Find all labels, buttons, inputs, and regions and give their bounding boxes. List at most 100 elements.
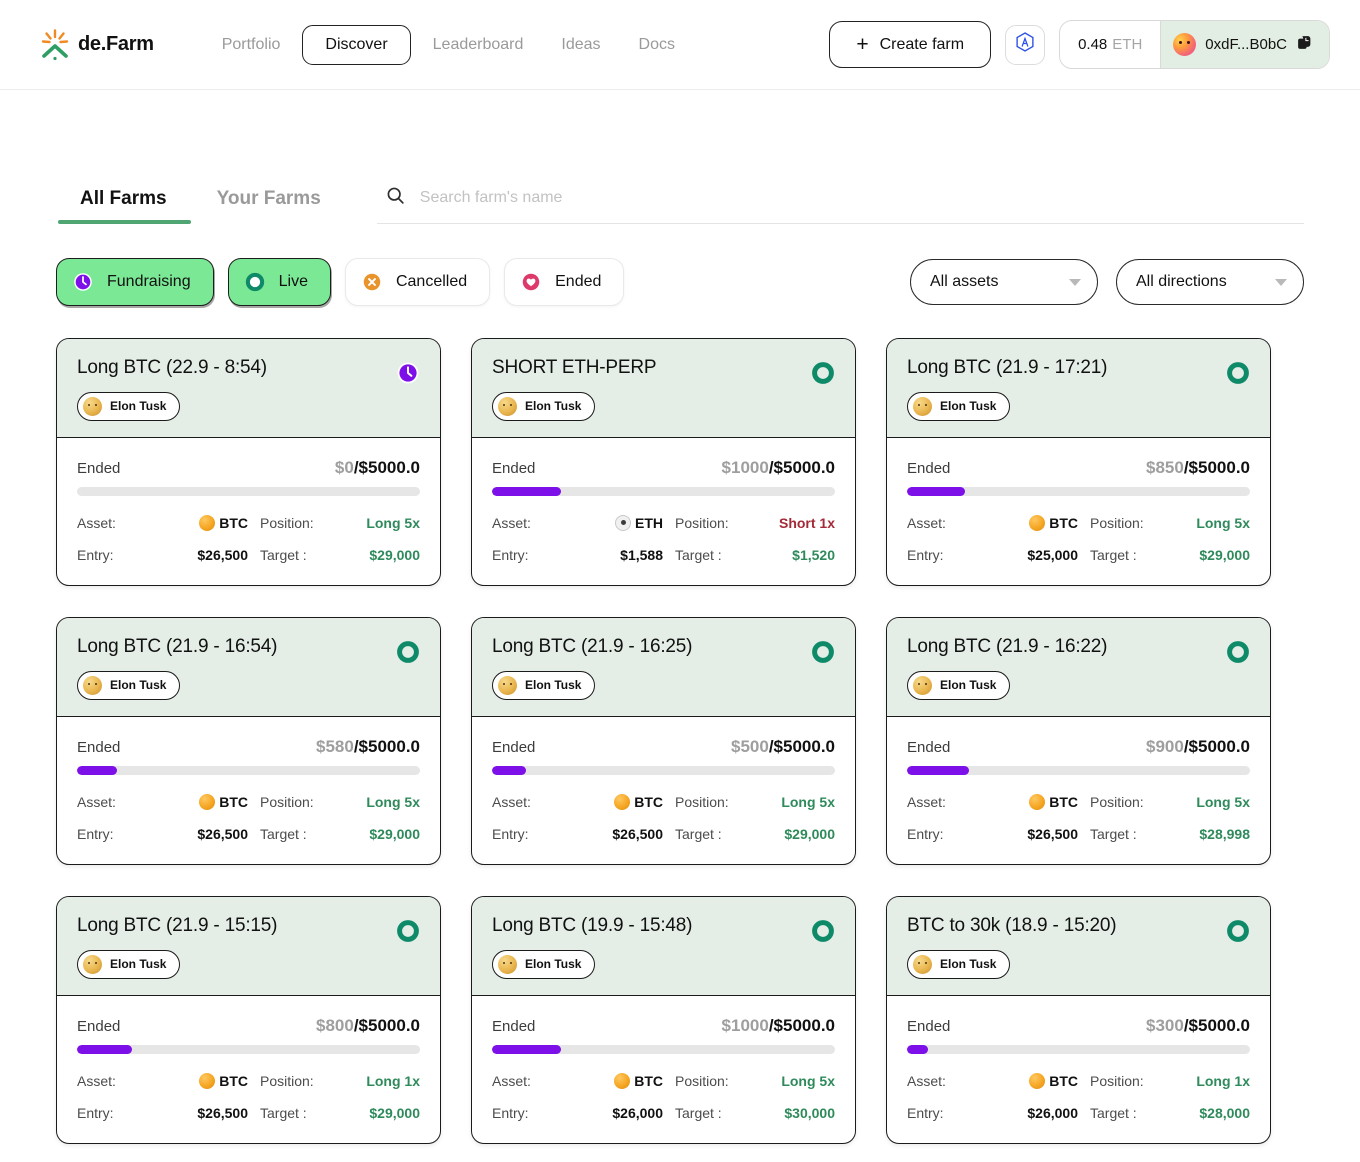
farm-owner-chip[interactable]: Elon Tusk [907, 949, 1011, 979]
farm-title: Long BTC (21.9 - 15:15) [77, 914, 278, 936]
entry-label: Entry: [907, 825, 944, 842]
farm-card[interactable]: Long BTC (21.9 - 15:15) Elon Tusk Ended $80… [56, 895, 441, 1144]
owner-avatar [498, 675, 517, 695]
owner-avatar [913, 396, 932, 416]
funding-progress-bar [907, 486, 1250, 496]
status-badge-live [811, 919, 835, 948]
asset-position-row: Asset: BTC Position: Long 5x [492, 793, 835, 810]
filter-chip-fundraising[interactable]: Fundraising [56, 258, 214, 306]
asset-label: Asset: [492, 793, 531, 810]
nav-item-portfolio[interactable]: Portfolio [206, 25, 297, 65]
brand-logo[interactable]: de.Farm [40, 28, 154, 61]
status-badge-live [1226, 640, 1250, 669]
assets-select[interactable]: All assets [910, 259, 1098, 305]
funding-state-label: Ended [492, 738, 536, 756]
funding-progress-bar [907, 765, 1250, 775]
tab-all-farms[interactable]: All Farms [56, 174, 193, 224]
avatar [1173, 33, 1197, 56]
asset-value-wrap: BTC [1012, 793, 1078, 810]
entry-value: $26,000 [612, 1104, 663, 1121]
farm-owner-chip[interactable]: Elon Tusk [77, 670, 181, 700]
farm-title: Long BTC (21.9 - 16:54) [77, 635, 278, 657]
farm-owner-chip[interactable]: Elon Tusk [77, 391, 181, 421]
status-badge-live [811, 361, 835, 390]
farm-owner-chip[interactable]: Elon Tusk [907, 670, 1011, 700]
farm-card-body: Ended $1000/$5000.0 Asset: ETH Position: Shor… [472, 438, 855, 585]
funding-progress-bar [77, 486, 420, 496]
farm-owner-chip[interactable]: Elon Tusk [907, 391, 1011, 421]
farm-card[interactable]: BTC to 30k (18.9 - 15:20) Elon Tusk Ended $… [886, 895, 1271, 1144]
owner-name: Elon Tusk [940, 399, 997, 414]
entry-target-row: Entry: $26,500 Target : $28,998 [907, 826, 1250, 842]
entry-value: $26,500 [197, 825, 248, 842]
asset-value-wrap: BTC [182, 514, 248, 531]
btc-coin-icon [199, 514, 216, 531]
wallet-address-chip[interactable]: 0xdF...B0bC [1161, 21, 1329, 68]
directions-select[interactable]: All directions [1116, 259, 1304, 305]
farm-card-body: Ended $580/$5000.0 Asset: BTC Position: Long … [57, 717, 440, 864]
farm-owner-chip[interactable]: Elon Tusk [492, 670, 596, 700]
filter-chip-ended[interactable]: Ended [504, 258, 625, 306]
filters-row: Fundraising Live Cancelled Ended All ass… [56, 258, 1304, 306]
owner-name: Elon Tusk [110, 399, 167, 414]
entry-label: Entry: [492, 1104, 529, 1121]
farm-card[interactable]: Long BTC (22.9 - 8:54) Elon Tusk Ended $0/$… [56, 338, 441, 586]
funding-state-label: Ended [492, 1017, 536, 1035]
page-content: All Farms Your Farms Search farm's name … [0, 174, 1360, 1144]
farm-title: Long BTC (21.9 - 16:22) [907, 635, 1108, 657]
nav-item-leaderboard[interactable]: Leaderboard [417, 25, 540, 65]
funding-amount: $1000/$5000.0 [722, 458, 835, 478]
search-input[interactable] [419, 189, 1298, 207]
funding-amount: $0/$5000.0 [335, 458, 420, 478]
asset-position-row: Asset: ETH Position: Short 1x [492, 514, 835, 531]
asset-value-wrap: BTC [1012, 514, 1078, 531]
create-farm-button[interactable]: + Create farm [829, 21, 992, 68]
nav-item-docs[interactable]: Docs [623, 25, 691, 65]
farm-title: Long BTC (21.9 - 16:25) [492, 635, 693, 657]
wallet-address-label: 0xdF...B0bC [1205, 36, 1287, 53]
asset-value: BTC [1029, 1072, 1078, 1089]
nav-item-ideas[interactable]: Ideas [545, 25, 616, 65]
farm-card[interactable]: Long BTC (21.9 - 16:22) Elon Tusk Ended $90… [886, 616, 1271, 865]
heart-icon [520, 271, 542, 293]
funding-row: Ended $1000/$5000.0 [492, 458, 835, 478]
asset-value: BTC [1029, 514, 1078, 531]
farm-card[interactable]: SHORT ETH-PERP Elon Tusk Ended $1000/$5000.… [471, 338, 856, 586]
entry-value: $26,500 [612, 825, 663, 842]
network-switch-button[interactable] [1005, 24, 1046, 65]
farm-owner-chip[interactable]: Elon Tusk [492, 949, 596, 979]
asset-position-row: Asset: BTC Position: Long 1x [907, 1072, 1250, 1089]
search-bar [376, 185, 1304, 224]
farm-card[interactable]: Long BTC (21.9 - 17:21) Elon Tusk Ended $85… [886, 338, 1271, 586]
funding-progress-bar [492, 486, 835, 496]
funding-amount: $900/$5000.0 [1146, 737, 1250, 757]
position-label: Position: [675, 1072, 729, 1089]
farm-card[interactable]: Long BTC (21.9 - 16:25) Elon Tusk Ended $50… [471, 616, 856, 865]
tab-your-farms[interactable]: Your Farms [193, 174, 347, 224]
owner-avatar [83, 675, 102, 695]
asset-value: BTC [199, 793, 248, 810]
funding-goal: $5000.0 [773, 736, 835, 756]
asset-position-row: Asset: BTC Position: Long 5x [492, 1072, 835, 1089]
filter-chip-cancelled[interactable]: Cancelled [344, 258, 491, 306]
filter-chip-live[interactable]: Live [227, 258, 331, 306]
filter-chip-ended-label: Ended [555, 273, 602, 290]
funding-row: Ended $850/$5000.0 [907, 458, 1250, 478]
asset-value-wrap: BTC [1012, 1072, 1078, 1089]
asset-value-wrap: ETH [597, 514, 663, 531]
farm-card[interactable]: Long BTC (19.9 - 15:48) Elon Tusk Ended $10… [471, 895, 856, 1144]
farm-owner-chip[interactable]: Elon Tusk [492, 391, 596, 421]
farm-owner-chip[interactable]: Elon Tusk [77, 949, 181, 979]
wallet-widget[interactable]: 0.48 ETH 0xdF...B0bC [1059, 20, 1330, 69]
owner-name: Elon Tusk [525, 678, 582, 693]
owner-name: Elon Tusk [110, 678, 167, 693]
asset-value-wrap: BTC [182, 793, 248, 810]
funding-row: Ended $800/$5000.0 [77, 1016, 420, 1036]
funding-raised: $800 [315, 1015, 354, 1035]
entry-value: $26,000 [1027, 1104, 1078, 1121]
entry-value: $26,500 [1027, 825, 1078, 842]
farm-card[interactable]: Long BTC (21.9 - 16:54) Elon Tusk Ended $58… [56, 616, 441, 865]
funding-state-label: Ended [907, 1017, 951, 1035]
nav-item-discover[interactable]: Discover [302, 24, 411, 65]
copy-icon[interactable] [1296, 34, 1313, 55]
